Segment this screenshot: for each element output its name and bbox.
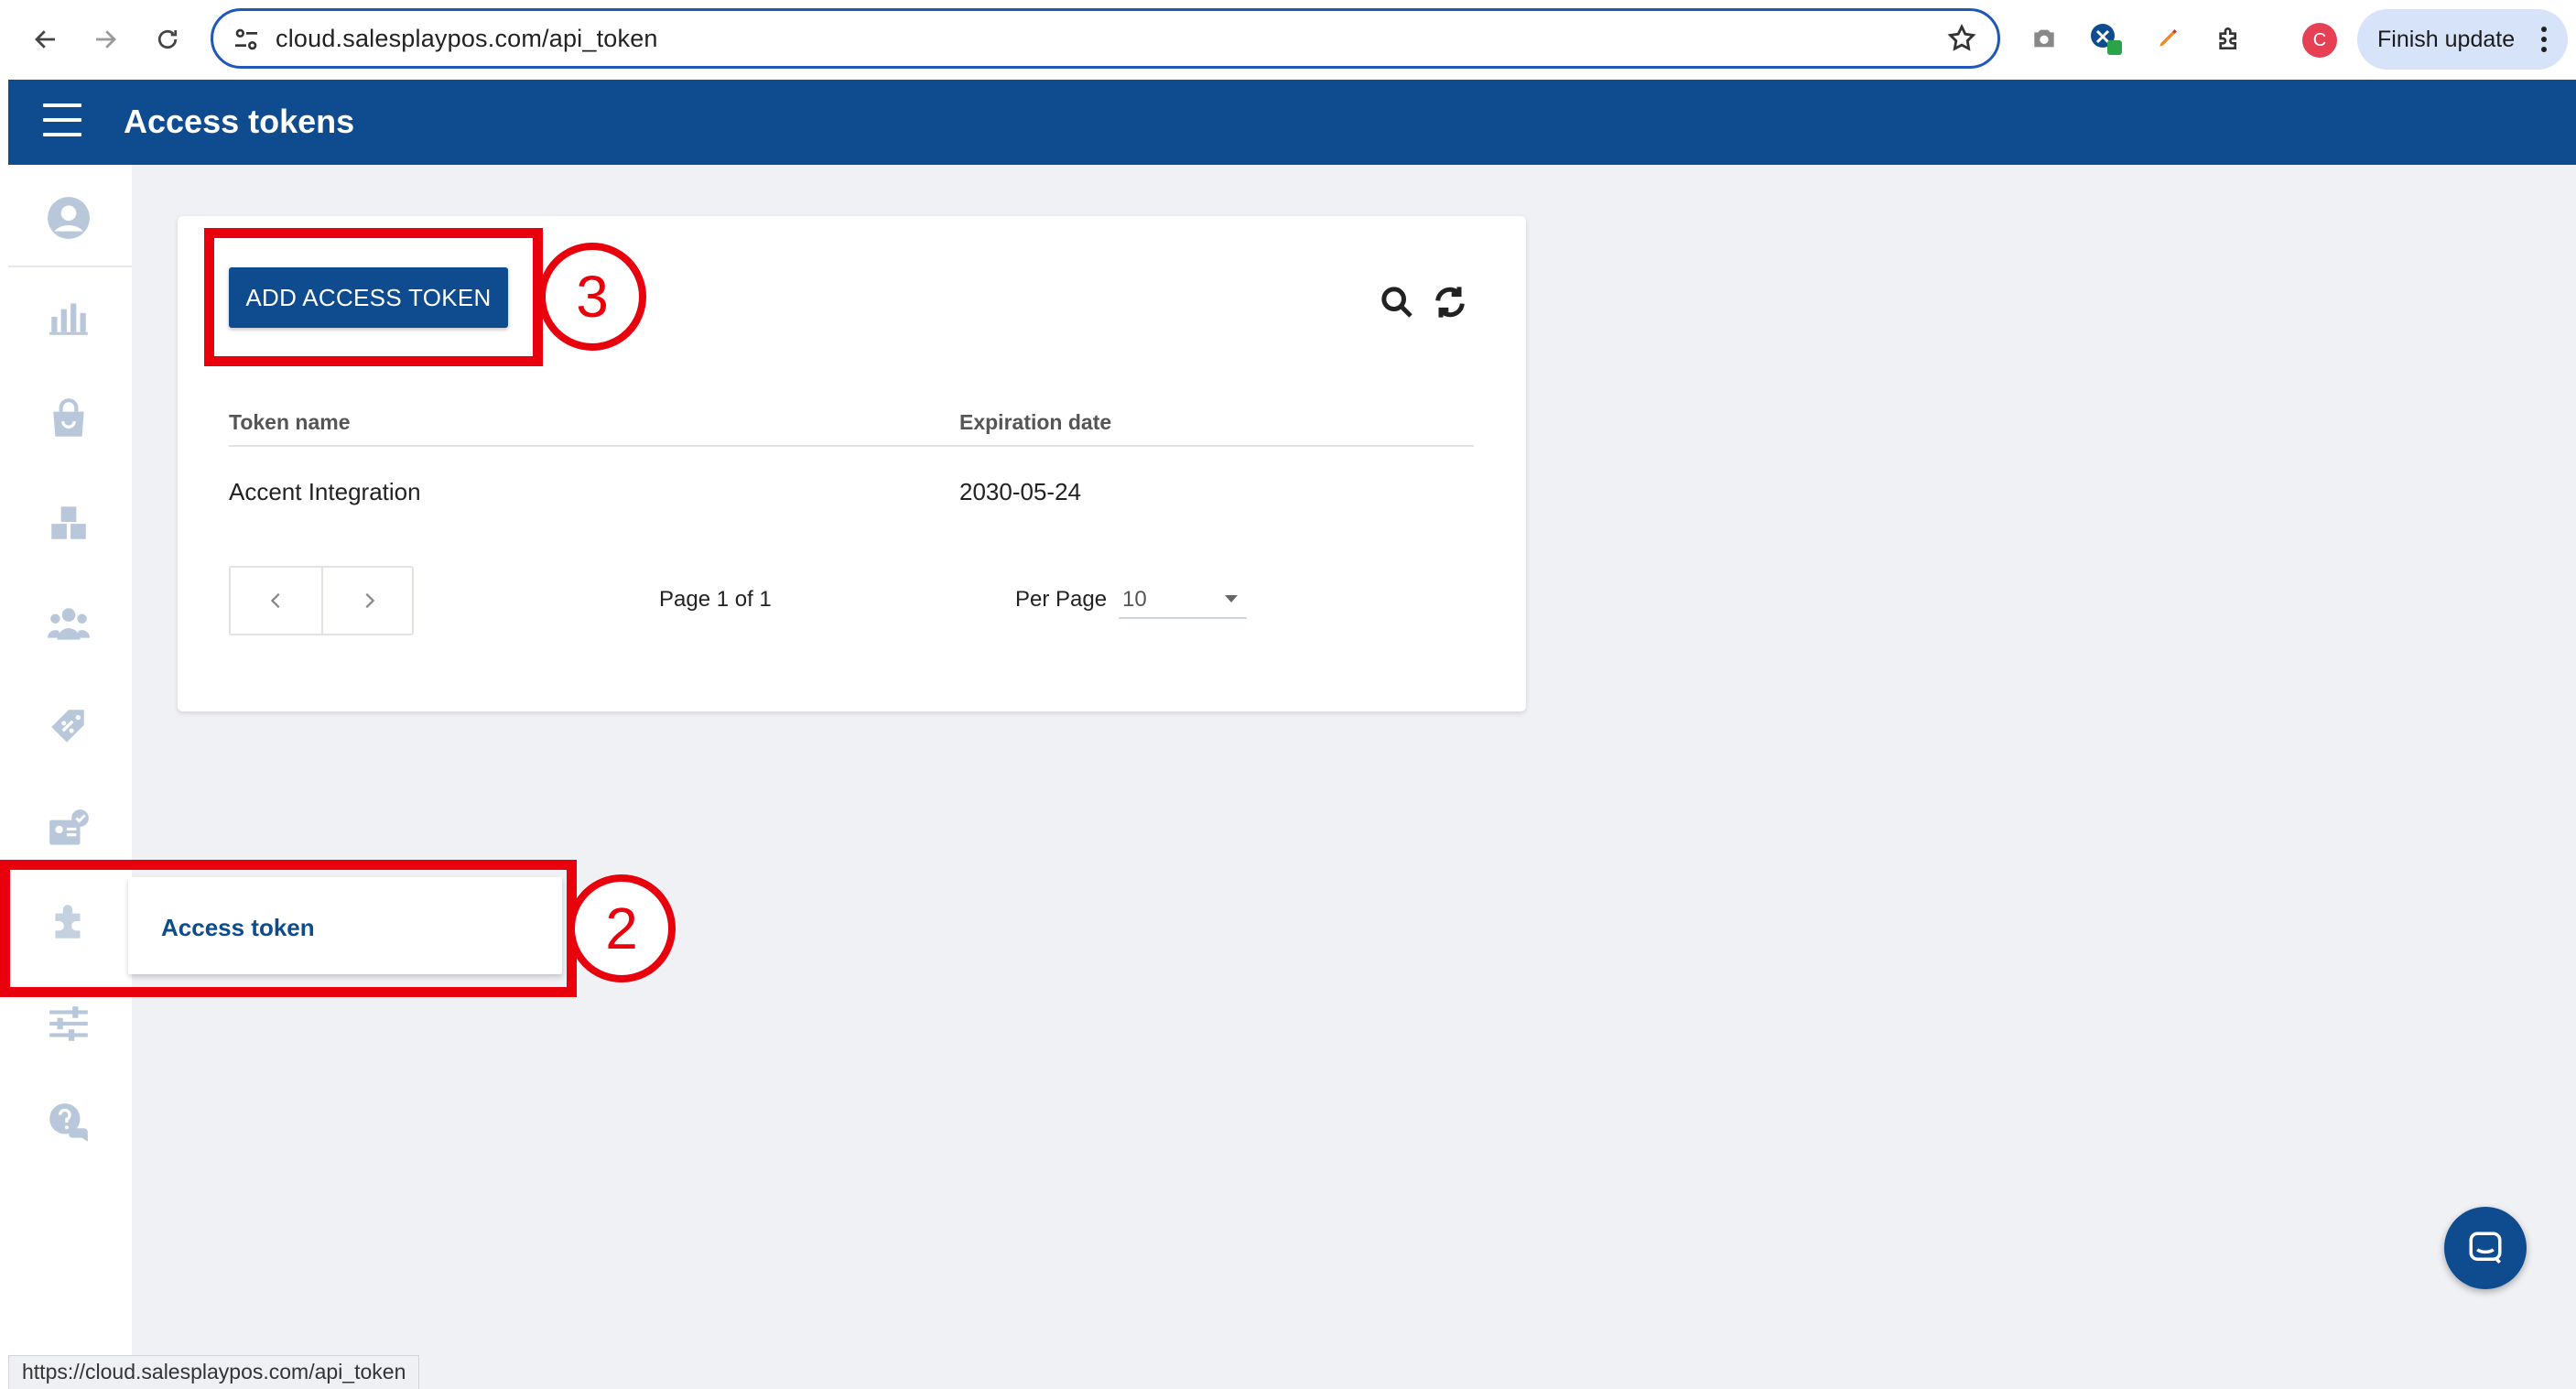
per-page-select[interactable]: 10 [1119, 579, 1247, 619]
discount-icon[interactable] [43, 701, 94, 753]
annotation-step-3: 3 [538, 243, 646, 351]
annotation-highlight-box-3 [204, 228, 543, 366]
settings-icon[interactable] [43, 998, 94, 1049]
profile-icon[interactable] [43, 192, 94, 244]
sidebar-divider [8, 266, 132, 267]
puzzle-icon[interactable] [2211, 20, 2247, 57]
page-title: Access tokens [124, 103, 355, 140]
search-icon[interactable] [1379, 284, 1415, 320]
camera-icon[interactable] [2026, 20, 2062, 57]
per-page-label: Per Page [1015, 587, 1108, 612]
address-bar[interactable]: cloud.salesplaypos.com/api_token [211, 8, 2000, 69]
next-page-button[interactable] [323, 568, 414, 634]
browser-toolbar: cloud.salesplaypos.com/api_token C Finis… [0, 0, 2576, 80]
chevron-right-icon [364, 592, 374, 609]
chat-icon [2469, 1232, 2502, 1264]
profile-avatar[interactable]: C [2302, 23, 2337, 58]
url-text[interactable]: cloud.salesplaypos.com/api_token [276, 25, 658, 53]
token-name-cell[interactable]: Accent Integration [229, 478, 421, 506]
reload-icon[interactable] [145, 16, 190, 62]
refresh-icon[interactable] [1432, 284, 1468, 320]
extension-icon[interactable] [2087, 20, 2124, 57]
annotation-step-2: 2 [568, 874, 676, 982]
column-expiration-date: Expiration date [959, 410, 1112, 434]
menu-icon[interactable] [43, 103, 81, 140]
employees-icon[interactable] [43, 804, 94, 855]
shopping-bag-icon[interactable] [43, 394, 94, 445]
sidebar [8, 165, 132, 1355]
page-info: Page 1 of 1 [659, 587, 772, 612]
finish-update-label: Finish update [2377, 26, 2516, 52]
inventory-icon[interactable] [43, 496, 94, 548]
chevron-left-icon [270, 592, 280, 609]
pen-icon[interactable] [2149, 20, 2186, 57]
column-token-name: Token name [229, 410, 351, 434]
bookmark-star-icon[interactable] [1946, 23, 1977, 54]
previous-page-button[interactable] [231, 568, 321, 634]
reports-icon[interactable] [43, 291, 94, 342]
back-arrow-icon[interactable] [23, 16, 69, 62]
expiration-date-cell: 2030-05-24 [959, 478, 1081, 505]
more-vert-icon [2541, 27, 2547, 52]
status-bar-url: https://cloud.salesplaypos.com/api_token [8, 1355, 420, 1389]
forward-arrow-icon[interactable] [82, 16, 128, 62]
caret-down-icon [1225, 595, 1238, 602]
table-header: Token name Expiration date [229, 410, 1474, 447]
pagination-controls [229, 566, 414, 635]
customers-icon[interactable] [43, 599, 94, 650]
chat-launcher-button[interactable] [2444, 1207, 2527, 1289]
per-page-value: 10 [1122, 587, 1147, 612]
help-icon[interactable] [43, 1097, 94, 1148]
annotation-highlight-box-2 [0, 860, 577, 997]
app-header: Access tokens [8, 80, 2576, 165]
site-settings-icon[interactable] [232, 25, 261, 54]
finish-update-button[interactable]: Finish update [2357, 9, 2568, 70]
